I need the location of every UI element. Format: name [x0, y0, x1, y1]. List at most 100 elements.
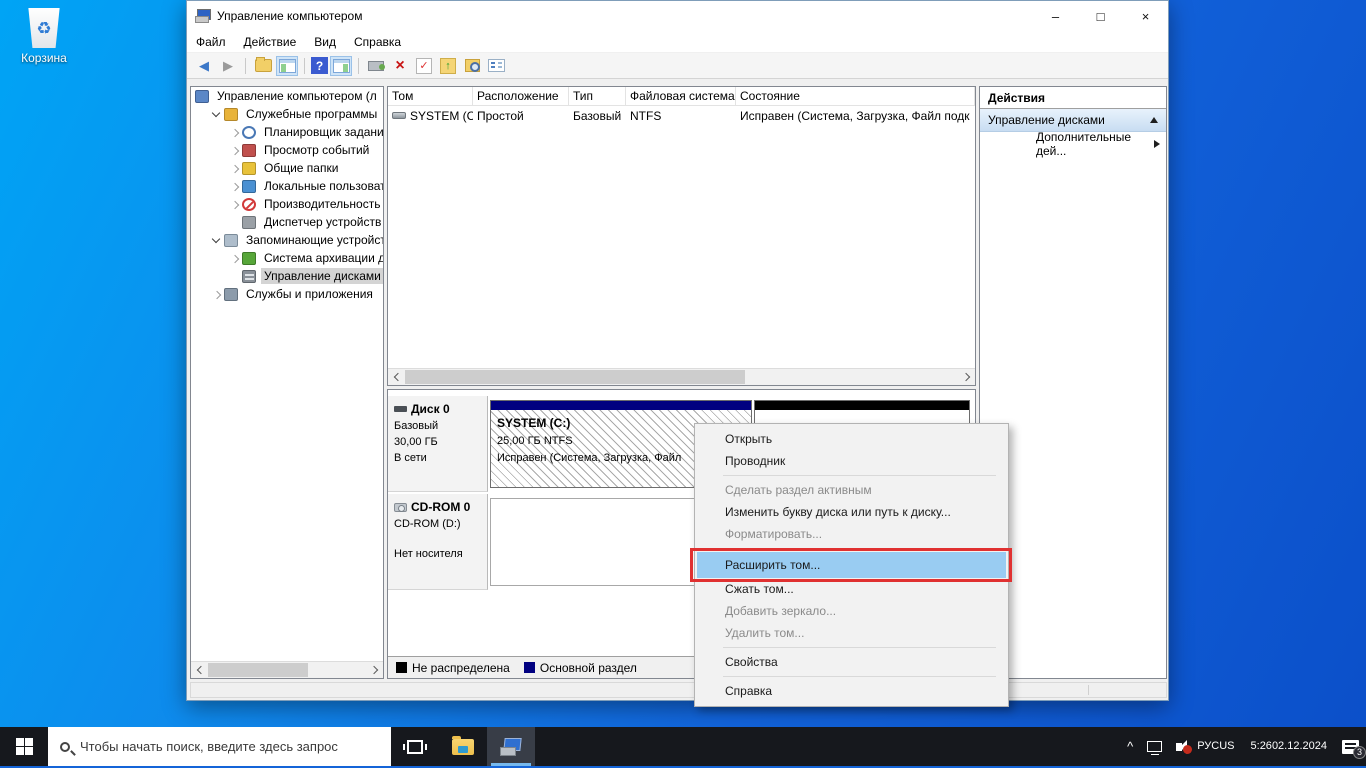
forward-icon[interactable]: ▶	[217, 56, 239, 76]
search-input[interactable]	[80, 739, 379, 754]
menu-help[interactable]: Справка	[345, 32, 410, 52]
menu-item-extend-volume[interactable]: Расширить том...	[697, 552, 1006, 578]
volume-list-horizontal-scrollbar[interactable]	[388, 368, 975, 385]
storage-icon	[224, 234, 238, 247]
export-list-icon[interactable]	[252, 56, 274, 76]
remote-device-icon[interactable]	[365, 56, 387, 76]
taskbar-search[interactable]	[48, 727, 391, 766]
menu-action[interactable]: Действие	[235, 32, 306, 52]
tree-item-task-scheduler[interactable]: Планировщик заданий	[191, 123, 383, 141]
computer-management-window: Управление компьютером – □ × Файл Действ…	[186, 0, 1169, 701]
menu-item-help[interactable]: Справка	[697, 680, 1006, 702]
taskbar: ^ РУС US 5:26 02.12.2024 3	[0, 727, 1366, 768]
tree-item-storage[interactable]: Запоминающие устройст	[191, 231, 383, 249]
menu-file[interactable]: Файл	[187, 32, 235, 52]
column-filesystem[interactable]: Файловая система	[626, 87, 736, 105]
checklist-icon[interactable]	[485, 56, 507, 76]
recycle-bin[interactable]: ♻ Корзина	[8, 8, 80, 65]
chevron-down-icon[interactable]	[209, 107, 224, 122]
time: 5:26	[1251, 739, 1272, 754]
chevron-down-icon[interactable]	[209, 233, 224, 248]
disk0-size: 30,00 ГБ	[394, 435, 481, 451]
volume-muted-icon[interactable]	[1169, 727, 1189, 766]
start-button[interactable]	[0, 727, 48, 766]
scroll-right-icon[interactable]	[366, 662, 383, 678]
task-view-button[interactable]	[391, 727, 439, 766]
chevron-right-icon[interactable]	[227, 143, 242, 158]
tree-item-event-viewer[interactable]: Просмотр событий	[191, 141, 383, 159]
tree-item-backup[interactable]: Система архивации да	[191, 249, 383, 267]
chevron-right-icon[interactable]	[227, 251, 242, 266]
tree-item-services-apps[interactable]: Службы и приложения	[191, 285, 383, 303]
menu-item-properties[interactable]: Свойства	[697, 651, 1006, 673]
menu-item-format: Форматировать...	[697, 523, 1006, 545]
menu-view[interactable]: Вид	[305, 32, 345, 52]
tree-item-shared-folders[interactable]: Общие папки	[191, 159, 383, 177]
toolbar: ◀ ▶ ? × ✓ ↑	[187, 53, 1168, 79]
event-viewer-icon	[242, 144, 256, 157]
volume-table-header: Том Расположение Тип Файловая система Со…	[388, 87, 975, 106]
menu-item-change-letter[interactable]: Изменить букву диска или путь к диску...	[697, 501, 1006, 523]
chevron-right-icon[interactable]	[227, 197, 242, 212]
menu-separator	[723, 647, 996, 648]
actions-group-disk-management[interactable]: Управление дисками	[980, 109, 1166, 132]
column-layout[interactable]: Расположение	[473, 87, 569, 105]
tree-item-device-manager[interactable]: Диспетчер устройств	[191, 213, 383, 231]
submenu-arrow-icon	[1154, 140, 1160, 148]
scrollbar-thumb[interactable]	[208, 663, 308, 677]
tree-horizontal-scrollbar[interactable]	[191, 661, 383, 678]
menu-item-add-mirror: Добавить зеркало...	[697, 600, 1006, 622]
collapse-icon[interactable]	[1150, 117, 1158, 123]
language-indicator[interactable]: РУС US	[1189, 727, 1242, 766]
tree-item-performance[interactable]: Производительность	[191, 195, 383, 213]
disk0-status: В сети	[394, 451, 481, 467]
table-row[interactable]: SYSTEM (C:) Простой Базовый NTFS Исправе…	[388, 106, 975, 125]
tools-icon	[224, 108, 238, 121]
console-tree-icon[interactable]	[276, 56, 298, 76]
show-hidden-icons-chevron[interactable]: ^	[1120, 727, 1140, 766]
scroll-right-icon[interactable]	[958, 369, 975, 385]
toolbar-separator	[358, 58, 359, 74]
close-button[interactable]: ×	[1123, 1, 1168, 31]
back-icon[interactable]: ◀	[193, 56, 215, 76]
properties-icon[interactable]: ✓	[416, 58, 432, 74]
chevron-right-icon[interactable]	[227, 179, 242, 194]
system-tray: ^ РУС US 5:26 02.12.2024 3	[1120, 727, 1366, 766]
help-icon[interactable]: ?	[311, 57, 328, 74]
disk0-label-cell[interactable]: Диск 0 Базовый 30,00 ГБ В сети	[388, 396, 488, 492]
column-status[interactable]: Состояние	[736, 87, 975, 105]
minimize-button[interactable]: –	[1033, 1, 1078, 31]
task-view-icon	[407, 740, 423, 754]
cdrom-label-cell[interactable]: CD-ROM 0 CD-ROM (D:) Нет носителя	[388, 494, 488, 590]
scroll-left-icon[interactable]	[191, 662, 208, 678]
file-explorer-button[interactable]	[439, 727, 487, 766]
delete-icon[interactable]: ×	[389, 56, 411, 76]
chevron-right-icon[interactable]	[227, 161, 242, 176]
column-type[interactable]: Тип	[569, 87, 626, 105]
up-level-icon[interactable]: ↑	[440, 58, 456, 74]
menu-item-shrink-volume[interactable]: Сжать том...	[697, 578, 1006, 600]
find-icon[interactable]	[461, 56, 483, 76]
tree-item-disk-management[interactable]: Управление дисками	[191, 267, 383, 285]
network-tray-icon[interactable]	[1140, 727, 1169, 766]
menu-item-open[interactable]: Открыть	[697, 428, 1006, 450]
chevron-right-icon[interactable]	[209, 287, 224, 302]
clock[interactable]: 5:26 02.12.2024	[1243, 727, 1335, 766]
scrollbar-thumb[interactable]	[405, 370, 745, 384]
menu-item-explorer[interactable]: Проводник	[697, 450, 1006, 472]
computer-management-icon	[500, 738, 522, 756]
action-pane-icon[interactable]	[330, 56, 352, 76]
computer-management-taskbar-button[interactable]	[487, 727, 535, 766]
tree-item-computer-management[interactable]: Управление компьютером (л	[191, 87, 383, 105]
more-actions-item[interactable]: Дополнительные дей...	[980, 132, 1166, 156]
menu-separator	[723, 548, 996, 549]
column-volume[interactable]: Том	[388, 87, 473, 105]
partition-context-menu: Открыть Проводник Сделать раздел активны…	[694, 423, 1009, 707]
maximize-button[interactable]: □	[1078, 1, 1123, 31]
notification-center-button[interactable]: 3	[1335, 727, 1366, 766]
tree-item-system-tools[interactable]: Служебные программы	[191, 105, 383, 123]
tree-item-local-users[interactable]: Локальные пользовате	[191, 177, 383, 195]
unallocated-stripe	[755, 401, 969, 410]
chevron-right-icon[interactable]	[227, 125, 242, 140]
scroll-left-icon[interactable]	[388, 369, 405, 385]
